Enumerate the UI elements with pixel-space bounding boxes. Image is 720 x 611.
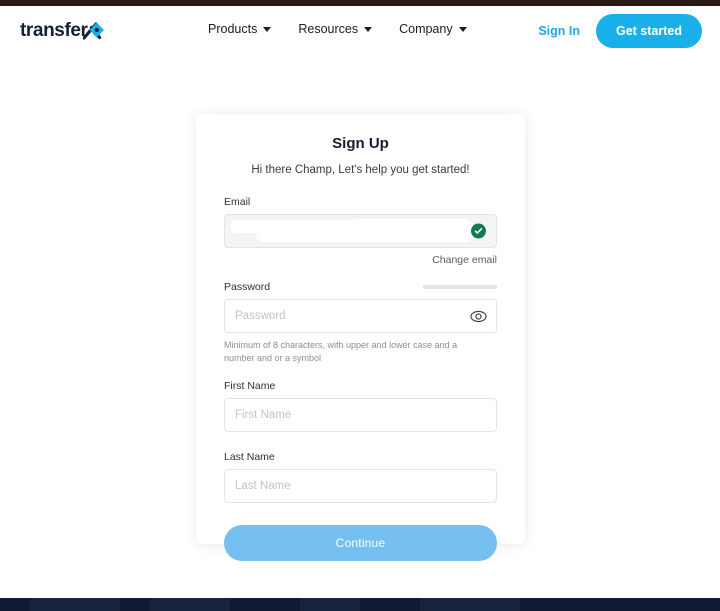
password-label: Password [224,281,271,293]
first-name-label: First Name [224,379,276,392]
page-footer-strip [0,598,720,611]
signup-card: Sign Up Hi there Champ, Let's help you g… [196,114,525,561]
brand-logo[interactable]: transfer [20,20,105,42]
first-name-input[interactable] [224,397,497,432]
last-name-input-wrap [224,468,497,503]
password-input-wrap [224,299,497,333]
nav-item-company-label: Company [399,22,453,36]
sign-in-link[interactable]: Sign In [538,24,580,38]
password-label-row: Password [224,280,497,294]
last-name-label-row: Last Name [224,450,497,464]
change-email-link[interactable]: Change email [224,254,497,266]
eye-icon[interactable] [468,307,488,325]
email-field-group: Email Change email [224,195,497,266]
nav-item-products-label: Products [208,22,258,36]
brand-logo-text: transfer [20,20,88,41]
first-name-label-row: First Name [224,379,497,393]
last-name-field-group: Last Name [224,450,497,503]
password-input[interactable] [224,299,497,333]
first-name-input-wrap [224,397,497,432]
chevron-down-icon [263,26,272,32]
chevron-down-icon [458,26,467,32]
email-label-row: Email [224,195,497,209]
nav-item-company[interactable]: Company [399,22,467,36]
last-name-label: Last Name [224,450,275,463]
nav-item-resources[interactable]: Resources [298,22,373,36]
navbar-actions: Sign In Get started [538,14,702,48]
password-hint: Minimum of 8 characters, with upper and … [224,340,458,363]
nav-item-resources-label: Resources [298,22,359,36]
email-label: Email [224,196,251,208]
navbar-menu: Products Resources Company [208,22,467,36]
site-navbar: transfer Products Resources Company Sign… [0,6,720,53]
get-started-button[interactable]: Get started [596,14,702,48]
page-title: Sign Up [332,135,389,152]
continue-button[interactable]: Continue [224,524,497,561]
first-name-field-group: First Name [224,379,497,432]
x-logo-mark-icon [82,21,105,41]
signup-form: Email Change email Password Password Min… [196,195,525,561]
chevron-down-icon [364,26,373,32]
email-input[interactable] [224,214,497,248]
check-circle-icon [471,223,486,239]
password-field-group: Password Minimum of 8 characters, with u… [224,280,497,365]
nav-item-products[interactable]: Products [208,22,272,36]
password-strength-meter [423,285,497,289]
email-input-wrap [224,214,497,248]
page-subtitle: Hi there Champ, Let's help you get start… [251,164,470,176]
last-name-input[interactable] [224,468,497,503]
